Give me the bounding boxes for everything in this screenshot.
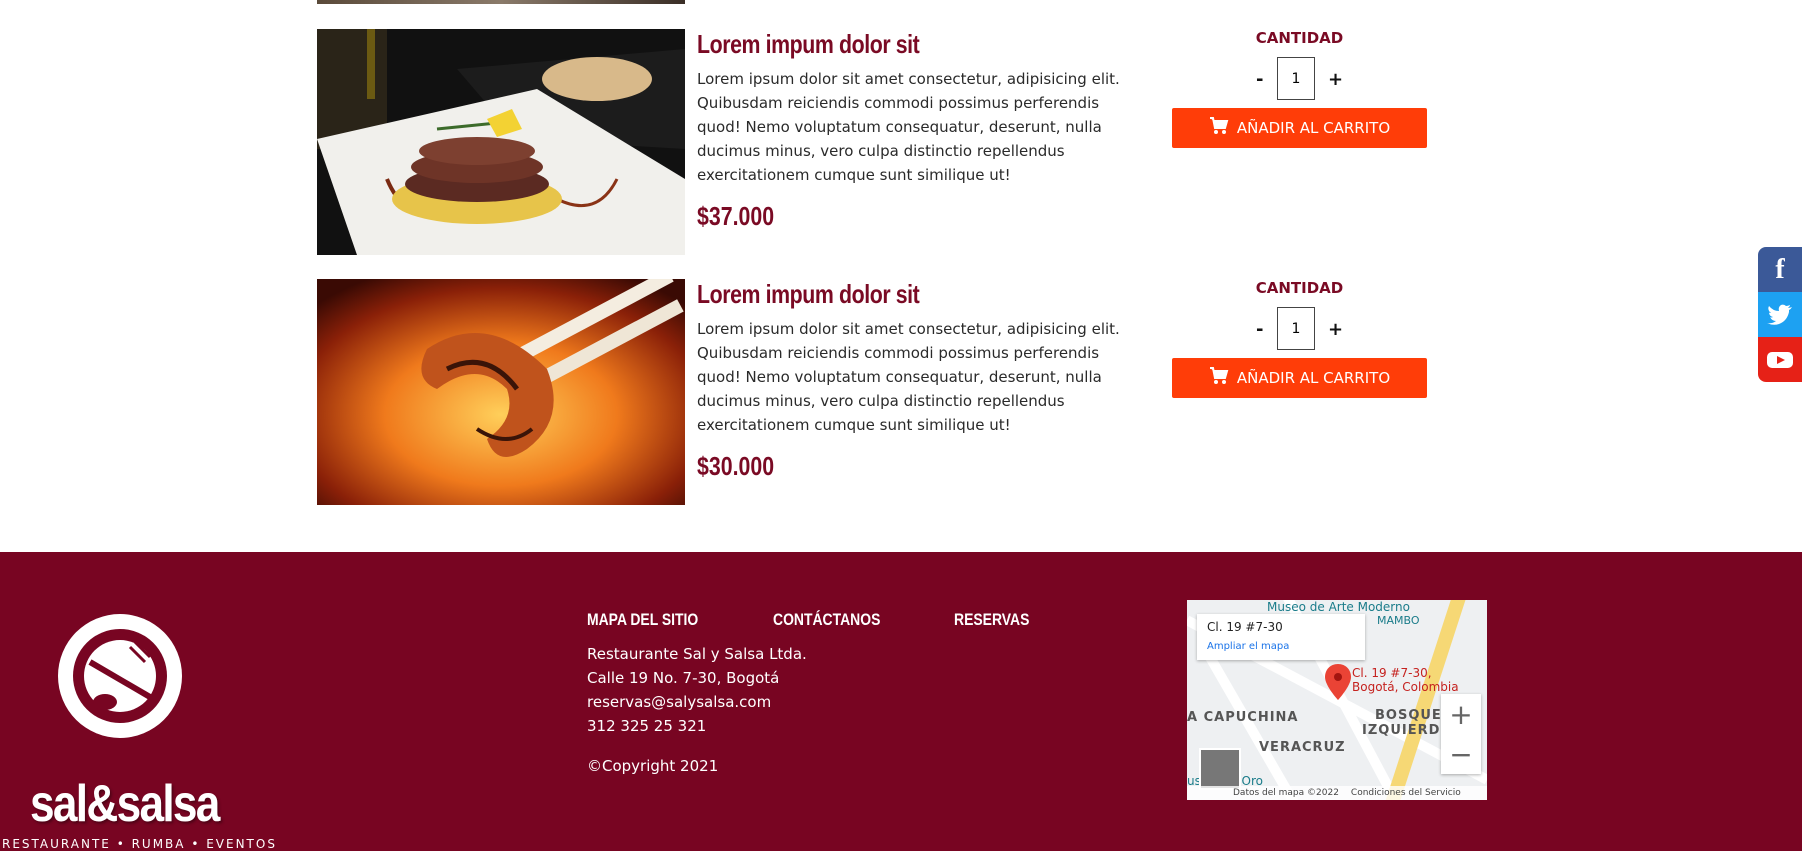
embedded-map[interactable]: Museo de Arte Moderno MAMBO A CAPUCHINA … [1187,600,1487,800]
previous-product-photo-edge [317,0,685,4]
product-photo-shrimp [317,279,685,505]
quantity-label: CANTIDAD [1255,279,1344,297]
social-sidebar: f [1758,247,1802,382]
map-label: BOSQUE [1375,708,1442,723]
company-phone: 312 325 25 321 [587,717,707,735]
product-title: Lorem impum dolor sit [697,29,920,59]
youtube-icon [1767,351,1793,368]
product-description: Lorem ipsum dolor sit amet consectetur, … [697,70,1120,184]
youtube-link[interactable] [1758,337,1802,382]
product-description: Lorem ipsum dolor sit amet consectetur, … [697,320,1120,434]
map-label: MAMBO [1377,614,1420,627]
add-to-cart-label: AÑADIR AL CARRITO [1236,369,1391,387]
product-title: Lorem impum dolor sit [697,279,920,309]
map-pin-label-line: Bogotá, Colombia [1352,680,1459,694]
map-label: A CAPUCHINA [1187,710,1299,725]
zoom-in-button[interactable]: + [1441,694,1481,734]
plate-fork-spoon-icon [58,614,182,738]
satellite-toggle[interactable] [1199,748,1241,790]
site-footer: sal&salsa RESTAURANTE • RUMBA • EVENTOS … [0,552,1802,851]
logo-tagline: RESTAURANTE • RUMBA • EVENTOS [2,837,277,851]
map-place-card: Cl. 19 #7-30 Ampliar el mapa [1197,614,1365,660]
map-pin-label: Cl. 19 #7-30, Bogotá, Colombia [1352,666,1459,694]
company-name: Restaurante Sal y Salsa Ltda. [587,645,807,663]
cart-icon [1209,367,1229,389]
facebook-link[interactable]: f [1758,247,1802,292]
quantity-increment-button[interactable]: + [1328,69,1343,90]
quantity-decrement-button[interactable]: - [1256,69,1263,90]
quantity-label: CANTIDAD [1255,29,1344,47]
map-attribution: Datos del mapa ©2022 Condiciones del Ser… [1187,786,1487,800]
zoom-out-button[interactable]: − [1441,734,1481,774]
add-to-cart-button[interactable]: AÑADIR AL CARRITO [1172,108,1427,148]
quantity-increment-button[interactable]: + [1328,319,1343,340]
company-email[interactable]: reservas@salysalsa.com [587,690,807,714]
map-address: Cl. 19 #7-30 [1207,620,1283,634]
twitter-icon [1767,304,1792,325]
facebook-icon: f [1775,253,1785,285]
product-photo-octopus [317,29,685,255]
map-label: Museo de Arte Moderno [1267,600,1410,614]
map-zoom-controls: + − [1441,694,1481,774]
map-data-attribution: Datos del mapa ©2022 [1233,788,1339,798]
footer-link-contact[interactable]: CONTÁCTANOS [773,610,880,630]
footer-link-reservations[interactable]: RESERVAS [954,610,1029,630]
logo-wordmark: sal&salsa [30,775,220,833]
product-card: Lorem impum dolor sit Lorem ipsum dolor … [0,279,1802,505]
map-label: VERACRUZ [1259,740,1346,755]
quantity-input[interactable] [1277,57,1315,100]
quantity-input[interactable] [1277,307,1315,350]
map-pin-icon[interactable] [1325,664,1351,700]
map-terms-link[interactable]: Condiciones del Servicio [1351,788,1461,798]
product-price: $37.000 [697,201,775,231]
footer-link-sitemap[interactable]: MAPA DEL SITIO [587,610,698,630]
add-to-cart-button[interactable]: AÑADIR AL CARRITO [1172,358,1427,398]
quantity-decrement-button[interactable]: - [1256,319,1263,340]
product-list: Lorem impum dolor sit Lorem ipsum dolor … [0,0,1802,552]
brand-logo[interactable]: sal&salsa RESTAURANTE • RUMBA • EVENTOS [0,602,275,851]
company-address: Calle 19 No. 7-30, Bogotá [587,669,780,687]
add-to-cart-label: AÑADIR AL CARRITO [1236,119,1391,137]
product-card: Lorem impum dolor sit Lorem ipsum dolor … [0,29,1802,255]
product-price: $30.000 [697,451,775,481]
contact-info: Restaurante Sal y Salsa Ltda. Calle 19 N… [587,642,807,738]
cart-icon [1209,117,1229,139]
copyright: ©Copyright 2021 [587,757,719,775]
expand-map-link[interactable]: Ampliar el mapa [1207,641,1289,652]
twitter-link[interactable] [1758,292,1802,337]
map-pin-label-line: Cl. 19 #7-30, [1352,666,1432,680]
map-label: IZQUIERDO [1362,723,1453,738]
